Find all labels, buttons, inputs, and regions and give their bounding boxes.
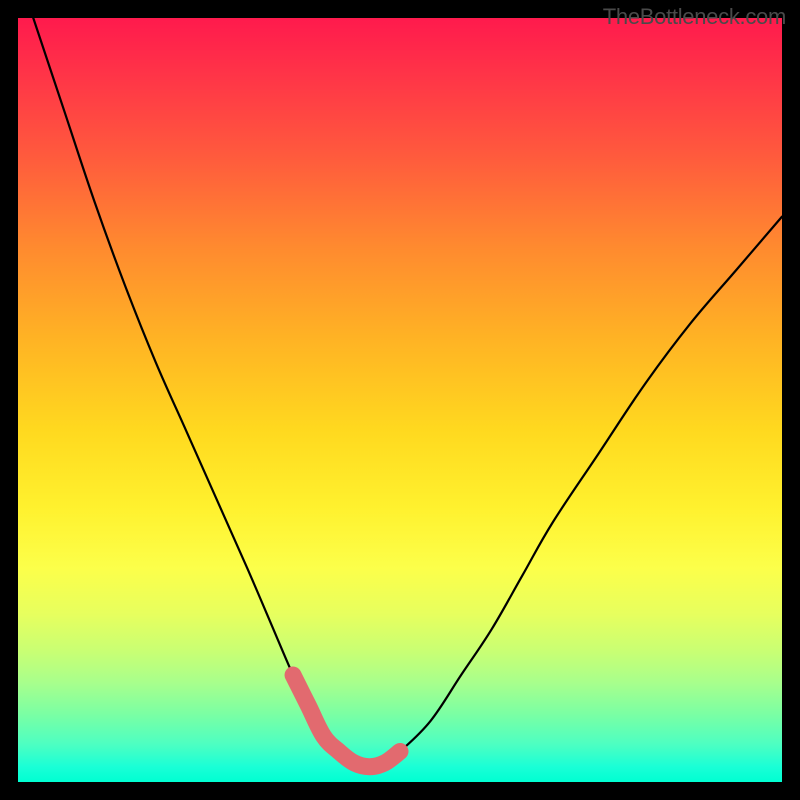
optimal-zone-highlight (293, 675, 400, 767)
chart-gradient-background (18, 18, 782, 782)
watermark-text: TheBottleneck.com (603, 4, 786, 30)
chart-svg (18, 18, 782, 782)
bottleneck-curve (33, 18, 782, 767)
